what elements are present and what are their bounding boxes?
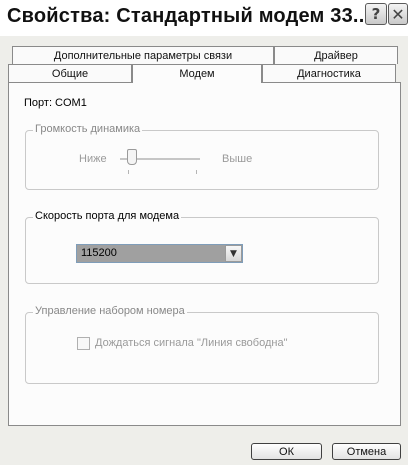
port-speed-value: 115200 — [81, 247, 117, 259]
wait-dial-tone-label: Дождаться сигнала "Линия свободна" — [95, 337, 288, 349]
port-speed-legend: Скорость порта для модема — [33, 210, 182, 222]
port-speed-select[interactable]: 115200 ▼ — [76, 244, 243, 263]
modem-properties-window: Свойства: Стандартный модем 33... ? ✕ До… — [0, 0, 408, 465]
dial-control-legend: Управление набором номера — [33, 305, 187, 317]
close-icon[interactable]: ✕ — [388, 3, 408, 25]
title-bar[interactable]: Свойства: Стандартный модем 33... ? ✕ — [0, 0, 408, 36]
help-icon[interactable]: ? — [365, 3, 387, 25]
volume-tick — [128, 170, 129, 174]
ok-button[interactable]: ОК — [251, 443, 322, 460]
speaker-volume-group: Громкость динамика Ниже Выше — [25, 123, 379, 190]
window-title: Свойства: Стандартный модем 33... — [7, 5, 371, 27]
volume-tick — [196, 170, 197, 174]
wait-dial-tone-checkbox[interactable] — [77, 337, 90, 350]
speaker-volume-legend: Громкость динамика — [33, 123, 143, 135]
volume-slider-thumb[interactable] — [127, 149, 137, 165]
port-label: Порт: COM1 — [24, 97, 87, 109]
port-speed-group: Скорость порта для модема 115200 ▼ — [25, 210, 379, 284]
cancel-button[interactable]: Отмена — [332, 443, 401, 460]
chevron-down-icon[interactable]: ▼ — [225, 245, 242, 262]
tab-driver[interactable]: Драйвер — [274, 46, 398, 64]
tab-diagnostics[interactable]: Диагностика — [262, 64, 396, 82]
tab-modem[interactable]: Модем — [132, 64, 262, 83]
dial-control-group: Управление набором номера Дождаться сигн… — [25, 305, 379, 384]
tab-advanced-settings[interactable]: Дополнительные параметры связи — [12, 46, 274, 64]
tab-row-bottom: Общие Модем Диагностика — [8, 64, 396, 83]
volume-high-label: Выше — [222, 153, 253, 165]
tab-general[interactable]: Общие — [8, 64, 132, 82]
volume-low-label: Ниже — [79, 153, 107, 165]
tab-row-top: Дополнительные параметры связи Драйвер — [8, 46, 398, 64]
